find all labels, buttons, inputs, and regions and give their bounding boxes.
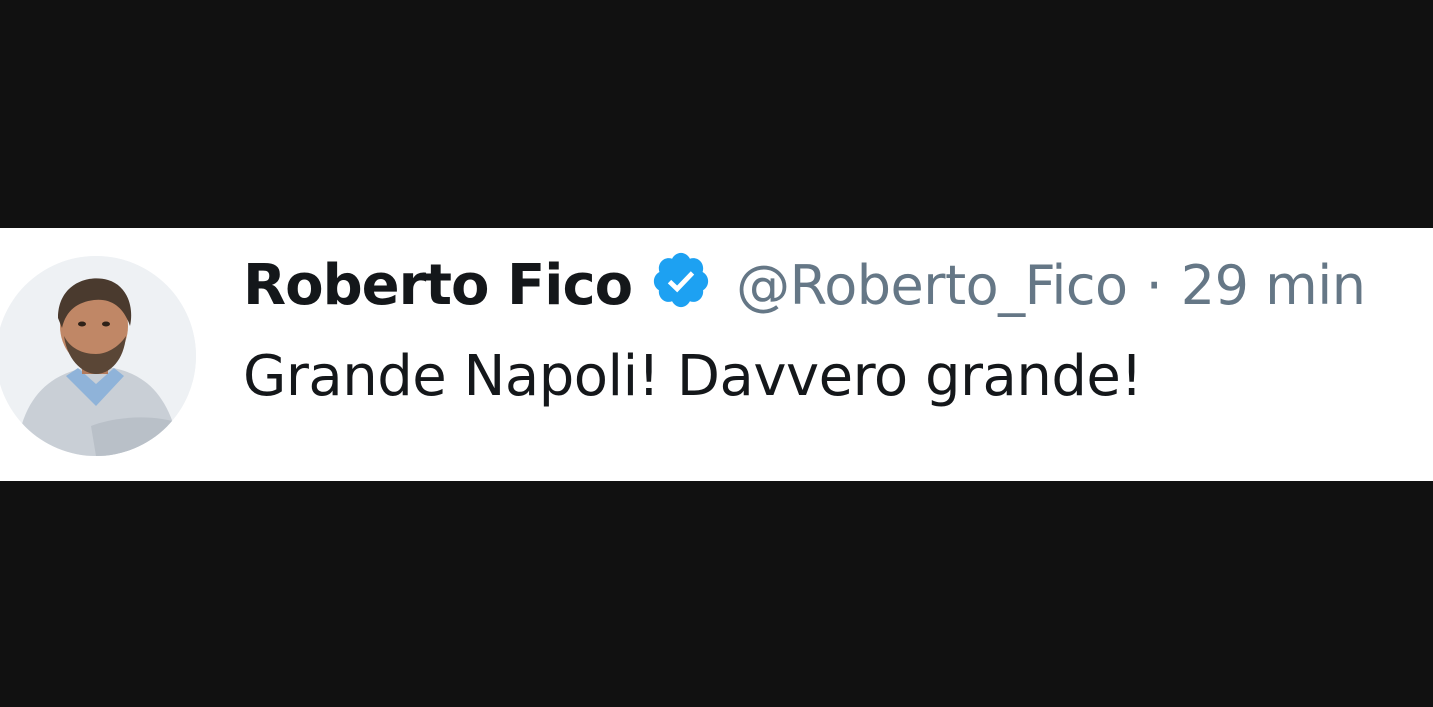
meta-separator: · (1145, 253, 1163, 317)
avatar[interactable] (0, 256, 196, 456)
author-handle[interactable]: @Roberto_Fico (736, 254, 1128, 317)
tweet-text: Grande Napoli! Davvero grande! (243, 344, 1143, 409)
author-name[interactable]: Roberto Fico (243, 253, 633, 318)
tweet-card[interactable]: Roberto Fico @Roberto_Fico · 29 min Gran… (0, 228, 1433, 481)
avatar-photo (0, 256, 196, 456)
tweet-header: Roberto Fico @Roberto_Fico · 29 min (243, 249, 1366, 320)
verified-badge-icon (650, 249, 712, 311)
screenshot-frame: Roberto Fico @Roberto_Fico · 29 min Gran… (0, 0, 1433, 707)
tweet-timestamp[interactable]: 29 min (1181, 254, 1366, 317)
